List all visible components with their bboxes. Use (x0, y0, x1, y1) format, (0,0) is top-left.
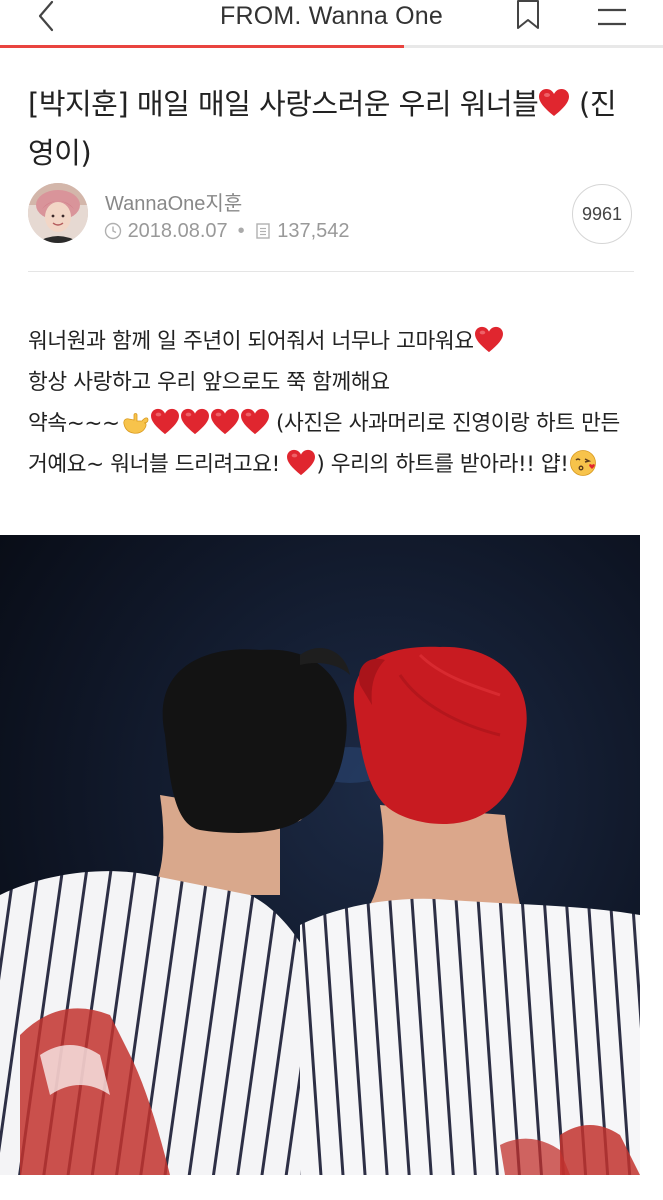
red-heart-icon (287, 449, 316, 476)
menu-button[interactable] (588, 0, 636, 36)
post-meta: 2018.08.07 • 137,542 (104, 220, 350, 243)
body-line-1: 워너원과 함께 일 주년이 되어줘서 너무나 고마워요 (28, 329, 474, 354)
page-title: FROM. Wanna One (220, 2, 443, 30)
document-icon (255, 223, 270, 239)
divider (28, 271, 634, 272)
red-heart-icon (539, 89, 570, 116)
meta-separator: • (237, 220, 245, 242)
body-line-3-after: ) 우리의 하트를 받아라!! 얍! (316, 452, 569, 477)
red-heart-icon (180, 408, 209, 435)
bookmark-icon (517, 0, 539, 29)
post-view-count: 137,542 (277, 220, 350, 242)
post-body: 워너원과 함께 일 주년이 되어줘서 너무나 고마워요항상 사랑하고 우리 앞으… (28, 321, 638, 485)
red-heart-icon (474, 326, 503, 353)
face-blowing-kiss-emoji-icon (569, 450, 596, 476)
like-count-button[interactable]: 9961 (572, 184, 632, 244)
body-line-2: 항상 사랑하고 우리 앞으로도 쭉 함께해요 (28, 370, 390, 395)
red-heart-icon (210, 408, 239, 435)
author-name[interactable]: WannaOne지훈 (105, 187, 242, 216)
post-photo[interactable] (0, 535, 640, 1175)
reading-progress-bar (0, 45, 663, 48)
reading-progress-fill (0, 45, 405, 48)
hamburger-menu-icon (598, 8, 626, 26)
top-bar: FROM. Wanna One (0, 0, 663, 48)
author-avatar[interactable] (28, 183, 88, 243)
red-heart-icon (150, 408, 179, 435)
post-date: 2018.08.07 (127, 220, 228, 242)
body-line-3-start: 약속~~~ (28, 411, 120, 436)
call-me-hand-emoji-icon (123, 413, 149, 434)
clock-icon (104, 222, 122, 240)
post-title-text: [박지훈] 매일 매일 사랑스러운 우리 워너블 (28, 87, 539, 121)
post-title: [박지훈] 매일 매일 사랑스러운 우리 워너블 (진영이) (28, 80, 628, 178)
red-heart-icon (240, 408, 269, 435)
bookmark-button[interactable] (508, 0, 548, 36)
